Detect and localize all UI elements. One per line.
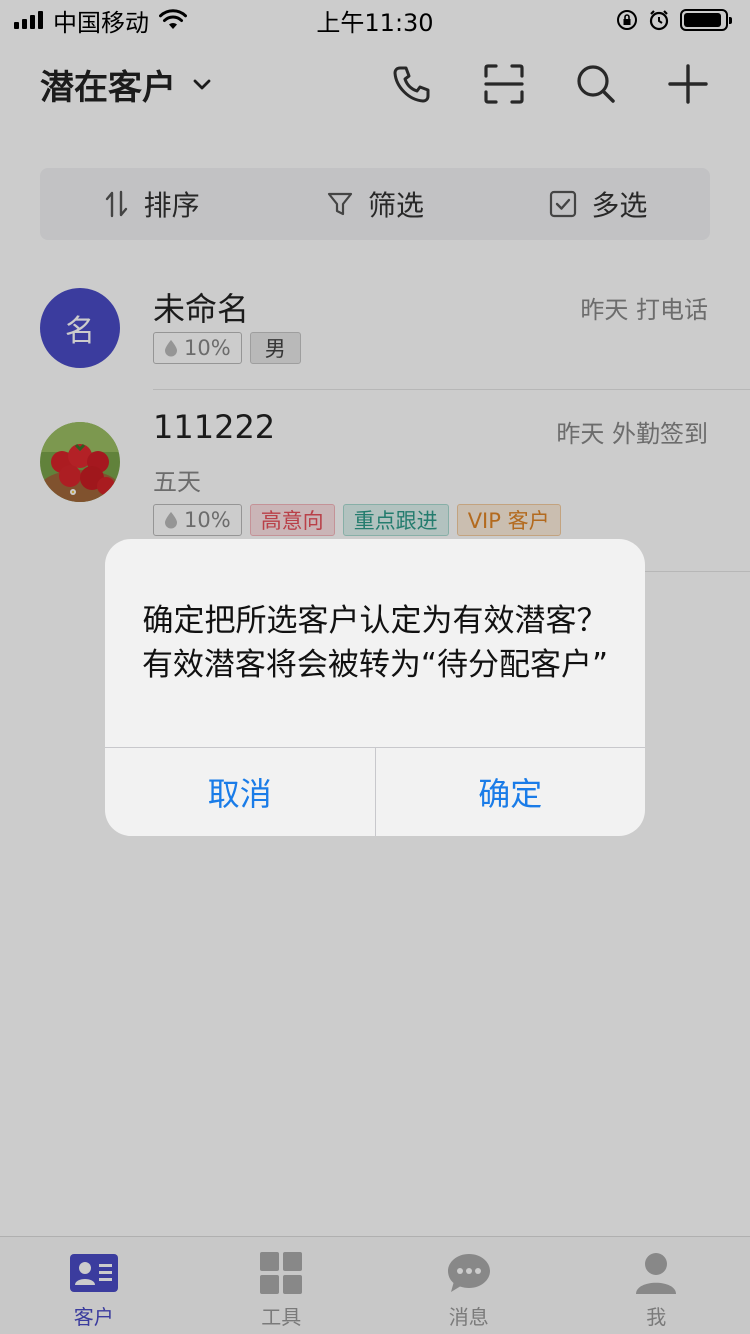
dialog-message: 确定把所选客户认定为有效潜客？有效潜客将会被转为“待分配客户”: [141, 603, 609, 683]
confirm-dialog: 确定把所选客户认定为有效潜客？有效潜客将会被转为“待分配客户” 取消 确定: [105, 539, 645, 836]
cancel-button[interactable]: 取消: [105, 748, 375, 836]
confirm-button[interactable]: 确定: [374, 748, 646, 836]
